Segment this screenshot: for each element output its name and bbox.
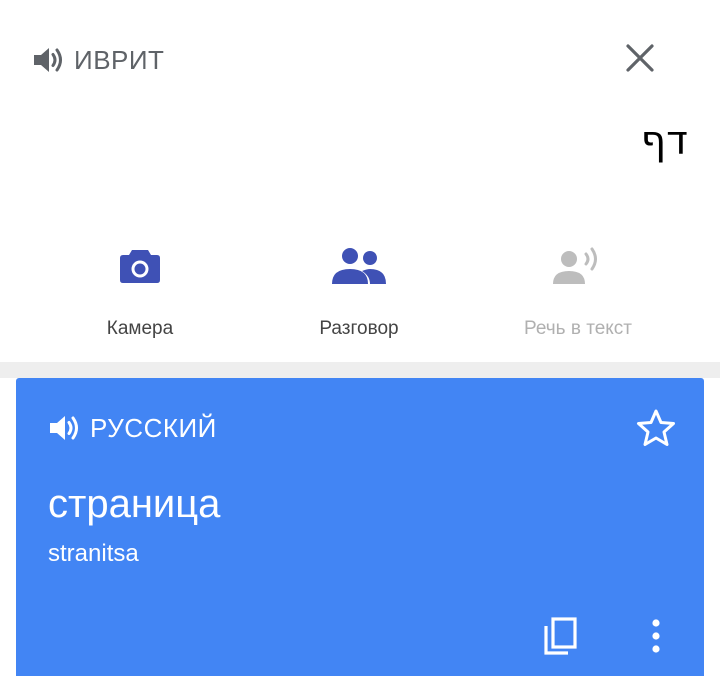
translation-text[interactable]: страница	[48, 482, 220, 527]
source-text[interactable]: דף	[641, 118, 688, 164]
star-outline-icon	[637, 409, 675, 446]
transcribe-icon	[553, 247, 597, 284]
volume-icon[interactable]	[32, 45, 66, 75]
transcribe-tool-button[interactable]: Речь в текст	[458, 236, 698, 362]
camera-tool-button[interactable]: Камера	[20, 236, 260, 362]
target-language-button[interactable]: РУССКИЙ	[48, 408, 217, 448]
conversation-tool-label: Разговор	[319, 318, 399, 339]
conversation-tool-button[interactable]: Разговор	[239, 236, 479, 362]
copy-button[interactable]	[536, 612, 584, 660]
transliteration-text: stranitsa	[48, 540, 139, 567]
translation-card: РУССКИЙ страница stranitsa	[16, 378, 704, 676]
transcribe-tool-label: Речь в текст	[523, 318, 632, 339]
source-panel: ИВРИТ דף Камера Разговор Речь в текст	[0, 0, 720, 362]
copy-icon	[544, 617, 577, 655]
favorite-button[interactable]	[632, 404, 680, 452]
camera-icon	[120, 250, 160, 283]
close-icon	[626, 44, 654, 72]
volume-icon[interactable]	[48, 413, 82, 443]
camera-tool-label: Камера	[106, 318, 174, 339]
more-options-button[interactable]	[632, 612, 680, 660]
more-vert-icon	[652, 619, 660, 653]
source-language-label: ИВРИТ	[74, 44, 165, 75]
target-language-label: РУССКИЙ	[90, 412, 217, 443]
conversation-icon	[332, 248, 386, 284]
source-language-button[interactable]: ИВРИТ	[32, 40, 164, 80]
close-button[interactable]	[618, 36, 662, 80]
divider	[0, 362, 720, 378]
tools-row: Камера Разговор Речь в текст	[0, 236, 720, 362]
